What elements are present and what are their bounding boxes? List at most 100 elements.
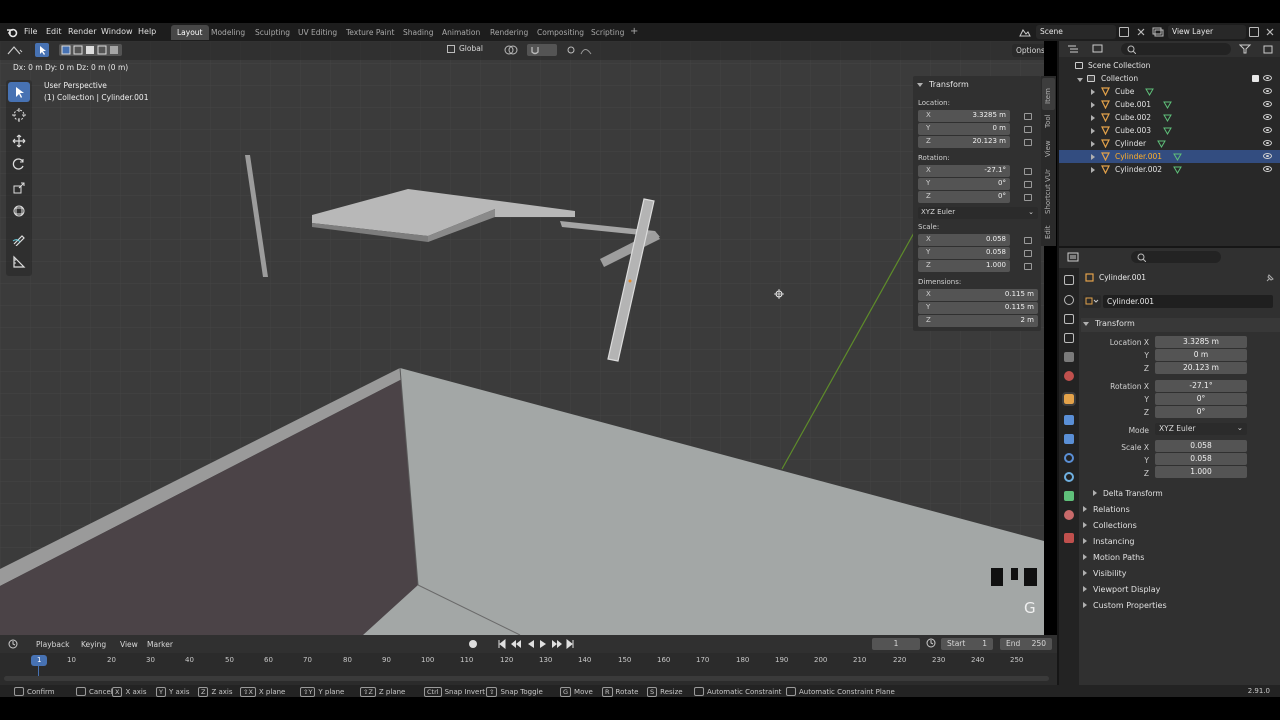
data-tab-icon[interactable]: [1064, 491, 1074, 501]
3d-viewport[interactable]: Global Options Dx: 0 m Dy: 0 m Dz: 0 m (…: [0, 41, 1044, 635]
lock-rotation-y-icon[interactable]: [1024, 181, 1032, 188]
visibility-eye-icon[interactable]: [1263, 127, 1272, 133]
display-mode-icon[interactable]: [1092, 44, 1106, 54]
output-tab-icon[interactable]: [1064, 314, 1074, 324]
menu-file[interactable]: File: [24, 27, 37, 36]
np-scale-z[interactable]: Z 1.000: [918, 260, 1010, 272]
relations-section[interactable]: Relations: [1083, 505, 1130, 514]
new-view-layer-icon[interactable]: [1249, 27, 1259, 37]
selection-mode-group[interactable]: [59, 44, 122, 56]
npanel-header[interactable]: Transform: [917, 80, 969, 89]
visibility-eye-icon[interactable]: [1263, 75, 1272, 81]
np-scale-y[interactable]: Y 0.058: [918, 247, 1010, 259]
editor-type-icon[interactable]: [7, 45, 23, 56]
rotation-mode-dropdown[interactable]: XYZ Euler ⌄: [1155, 423, 1247, 435]
view-layer-selector[interactable]: View Layer: [1168, 25, 1246, 39]
end-frame-field[interactable]: End 250: [1000, 638, 1052, 650]
tab-compositing[interactable]: Compositing: [531, 25, 590, 40]
current-frame-field[interactable]: 1: [872, 638, 920, 650]
outliner-item[interactable]: Cube.003: [1059, 124, 1280, 137]
outliner-item[interactable]: Cylinder.002: [1059, 163, 1280, 176]
transform-section[interactable]: Transform: [1083, 319, 1135, 328]
instancing-section[interactable]: Instancing: [1083, 537, 1134, 546]
outliner-item-selected[interactable]: Cylinder.001: [1059, 150, 1280, 163]
np-rotation-x[interactable]: X -27.1°: [918, 165, 1010, 177]
np-location-z[interactable]: Z 20.123 m: [918, 136, 1010, 148]
properties-editor-type-icon[interactable]: [1067, 252, 1083, 262]
visibility-eye-icon[interactable]: [1263, 114, 1272, 120]
scene-icon[interactable]: [1019, 27, 1031, 37]
material-tab-icon[interactable]: [1064, 510, 1074, 520]
view-menu[interactable]: View: [120, 640, 138, 649]
timeline-editor-type-icon[interactable]: [8, 639, 24, 649]
prop-scale-y[interactable]: 0.058: [1155, 453, 1247, 465]
tab-uv-editing[interactable]: UV Editing: [292, 25, 343, 40]
prop-location-x[interactable]: 3.3285 m: [1155, 336, 1247, 348]
tool-tab-icon[interactable]: [1064, 275, 1074, 285]
texture-tab-icon[interactable]: [1064, 533, 1074, 543]
collections-section[interactable]: Collections: [1083, 521, 1137, 530]
lock-location-x-icon[interactable]: [1024, 113, 1032, 120]
prop-rotation-x[interactable]: -27.1°: [1155, 380, 1247, 392]
np-rotation-y[interactable]: Y 0°: [918, 178, 1010, 190]
render-tab-icon[interactable]: [1064, 295, 1074, 305]
expand-icon[interactable]: [1091, 127, 1101, 136]
start-frame-field[interactable]: Start 1: [941, 638, 993, 650]
tab-modeling[interactable]: Modeling: [205, 25, 251, 40]
sidebar-tab-view[interactable]: View: [1044, 140, 1052, 157]
exclude-checkbox[interactable]: [1252, 75, 1259, 82]
lock-location-y-icon[interactable]: [1024, 126, 1032, 133]
outliner-item[interactable]: Cylinder: [1059, 137, 1280, 150]
scene-tab-icon[interactable]: [1064, 352, 1074, 362]
prop-location-y[interactable]: 0 m: [1155, 349, 1247, 361]
scene-selector[interactable]: Scene: [1036, 25, 1116, 39]
tab-animation[interactable]: Animation: [436, 25, 486, 40]
measure-tool[interactable]: [8, 252, 30, 272]
menu-render[interactable]: Render: [68, 27, 96, 36]
transform-tool[interactable]: [8, 201, 30, 221]
prop-scale-x[interactable]: 0.058: [1155, 440, 1247, 452]
visibility-eye-icon[interactable]: [1263, 140, 1272, 146]
sidebar-tab-item[interactable]: Item: [1044, 88, 1052, 104]
expand-icon[interactable]: [1091, 101, 1101, 110]
np-rotation-z[interactable]: Z 0°: [918, 191, 1010, 203]
select-mode-button[interactable]: [35, 43, 49, 57]
sidebar-tab-shortcut-vur[interactable]: Shortcut VUr: [1044, 169, 1052, 214]
filter-icon[interactable]: [1239, 44, 1253, 54]
outliner-scene-collection[interactable]: Scene Collection: [1059, 59, 1280, 72]
custom-properties-section[interactable]: Custom Properties: [1083, 601, 1167, 610]
datablock-name-field[interactable]: Cylinder.001: [1103, 295, 1273, 308]
lock-scale-x-icon[interactable]: [1024, 237, 1032, 244]
remove-view-layer-icon[interactable]: [1265, 27, 1275, 37]
menu-help[interactable]: Help: [138, 27, 156, 36]
prop-scale-z[interactable]: 1.000: [1155, 466, 1247, 478]
rotate-tool[interactable]: [8, 154, 30, 174]
prop-rotation-y[interactable]: 0°: [1155, 393, 1247, 405]
np-dimension-x[interactable]: X 0.115 m: [918, 289, 1038, 301]
lock-scale-z-icon[interactable]: [1024, 263, 1032, 270]
proportional-editing-icon[interactable]: [565, 44, 595, 56]
expand-icon[interactable]: [1091, 88, 1101, 97]
blender-logo-icon[interactable]: [6, 26, 18, 38]
marker-menu[interactable]: Marker: [147, 640, 173, 649]
transform-orientation-dropdown[interactable]: Global: [447, 44, 497, 56]
motion-paths-section[interactable]: Motion Paths: [1083, 553, 1144, 562]
expand-icon[interactable]: [1091, 166, 1101, 175]
world-tab-icon[interactable]: [1064, 371, 1074, 381]
viewport-display-section[interactable]: Viewport Display: [1083, 585, 1160, 594]
tab-rendering[interactable]: Rendering: [484, 25, 534, 40]
new-scene-icon[interactable]: [1119, 27, 1129, 37]
add-workspace-button[interactable]: +: [624, 25, 644, 40]
lock-scale-y-icon[interactable]: [1024, 250, 1032, 257]
options-dropdown[interactable]: Options: [1012, 44, 1044, 57]
visibility-eye-icon[interactable]: [1263, 166, 1272, 172]
outliner-item[interactable]: Cube.002: [1059, 111, 1280, 124]
remove-scene-icon[interactable]: [1136, 27, 1146, 37]
sidebar-tab-edit[interactable]: Edit: [1044, 225, 1052, 239]
tab-texture-paint[interactable]: Texture Paint: [340, 25, 400, 40]
np-dimension-y[interactable]: Y 0.115 m: [918, 302, 1038, 314]
playback-menu[interactable]: Playback: [36, 640, 69, 649]
annotate-tool[interactable]: [8, 229, 30, 249]
select-box-tool[interactable]: [8, 82, 30, 102]
prop-rotation-z[interactable]: 0°: [1155, 406, 1247, 418]
